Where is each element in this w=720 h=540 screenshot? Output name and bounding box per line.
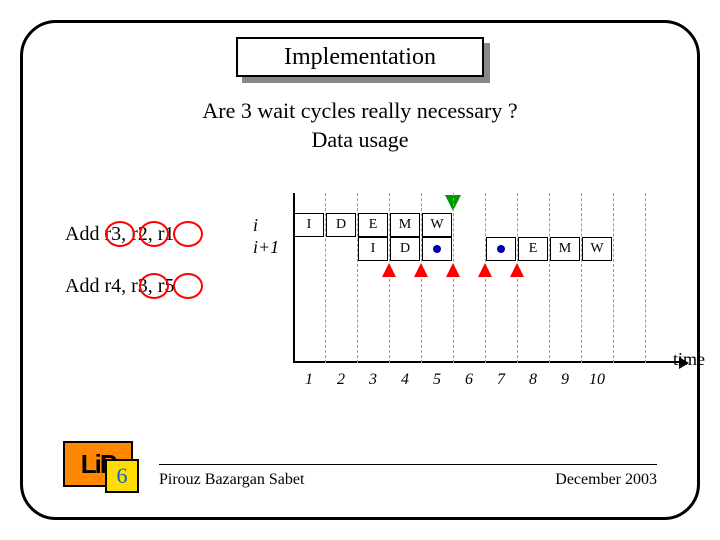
stage-cell: D [390, 237, 420, 261]
stage-cell: M [390, 213, 420, 237]
title-container: Implementation [236, 37, 484, 77]
tick-label: 4 [401, 371, 409, 389]
red-triangle-icon [478, 263, 492, 277]
stage-cell: I [358, 237, 388, 261]
row-label-i1: i+1 [253, 237, 279, 258]
gridline [645, 193, 646, 363]
stage-cell: I [294, 213, 324, 237]
title-box: Implementation [236, 37, 484, 77]
subtitle: Are 3 wait cycles really necessary ? Dat… [23, 97, 697, 154]
stage-cell-stall [486, 237, 516, 261]
tick-label: 5 [433, 371, 441, 389]
instruction-2: Add r4, r3, r5 [65, 275, 174, 298]
slide-frame: Implementation Are 3 wait cycles really … [20, 20, 700, 520]
red-triangle-icon [510, 263, 524, 277]
gridline [613, 193, 614, 363]
footer-author: Pirouz Bazargan Sabet [159, 471, 304, 489]
stage-cell: E [518, 237, 548, 261]
red-triangle-icon [382, 263, 396, 277]
tick-label: 1 [305, 371, 313, 389]
gridline [517, 193, 518, 363]
stage-cell: E [358, 213, 388, 237]
stage-cell: W [422, 213, 452, 237]
stage-cell-stall [422, 237, 452, 261]
tick-label: 7 [497, 371, 505, 389]
footer-divider [159, 464, 657, 465]
oval-r5-line2 [173, 273, 203, 299]
time-axis-label: time [673, 349, 705, 370]
pipeline-chart: 1 2 3 4 5 6 7 8 9 10 I D E M W I D E M W [293, 193, 663, 363]
oval-r1-line1 [173, 221, 203, 247]
gridline [581, 193, 582, 363]
stall-dot-icon [497, 245, 505, 253]
logo-front-text: 6 [117, 463, 128, 489]
tick-label: 2 [337, 371, 345, 389]
subtitle-line1: Are 3 wait cycles really necessary ? [202, 98, 517, 123]
stall-dot-icon [433, 245, 441, 253]
gridline [485, 193, 486, 363]
tick-label: 3 [369, 371, 377, 389]
logo-front: 6 [105, 459, 139, 493]
red-triangle-icon [446, 263, 460, 277]
footer-date: December 2003 [555, 471, 657, 489]
subtitle-line2: Data usage [311, 127, 408, 152]
stage-cell: M [550, 237, 580, 261]
row-label-i: i [253, 215, 258, 236]
red-triangle-icon [414, 263, 428, 277]
gridline [453, 193, 454, 363]
tick-label: 8 [529, 371, 537, 389]
logo: LiP 6 [63, 441, 143, 497]
gridline [549, 193, 550, 363]
tick-label: 9 [561, 371, 569, 389]
tick-label: 10 [589, 371, 605, 389]
instruction-1: Add r3, r2, r1 [65, 223, 174, 246]
stage-cell: D [326, 213, 356, 237]
x-axis [293, 361, 681, 363]
title-text: Implementation [284, 44, 436, 71]
tick-label: 6 [465, 371, 473, 389]
stage-cell: W [582, 237, 612, 261]
